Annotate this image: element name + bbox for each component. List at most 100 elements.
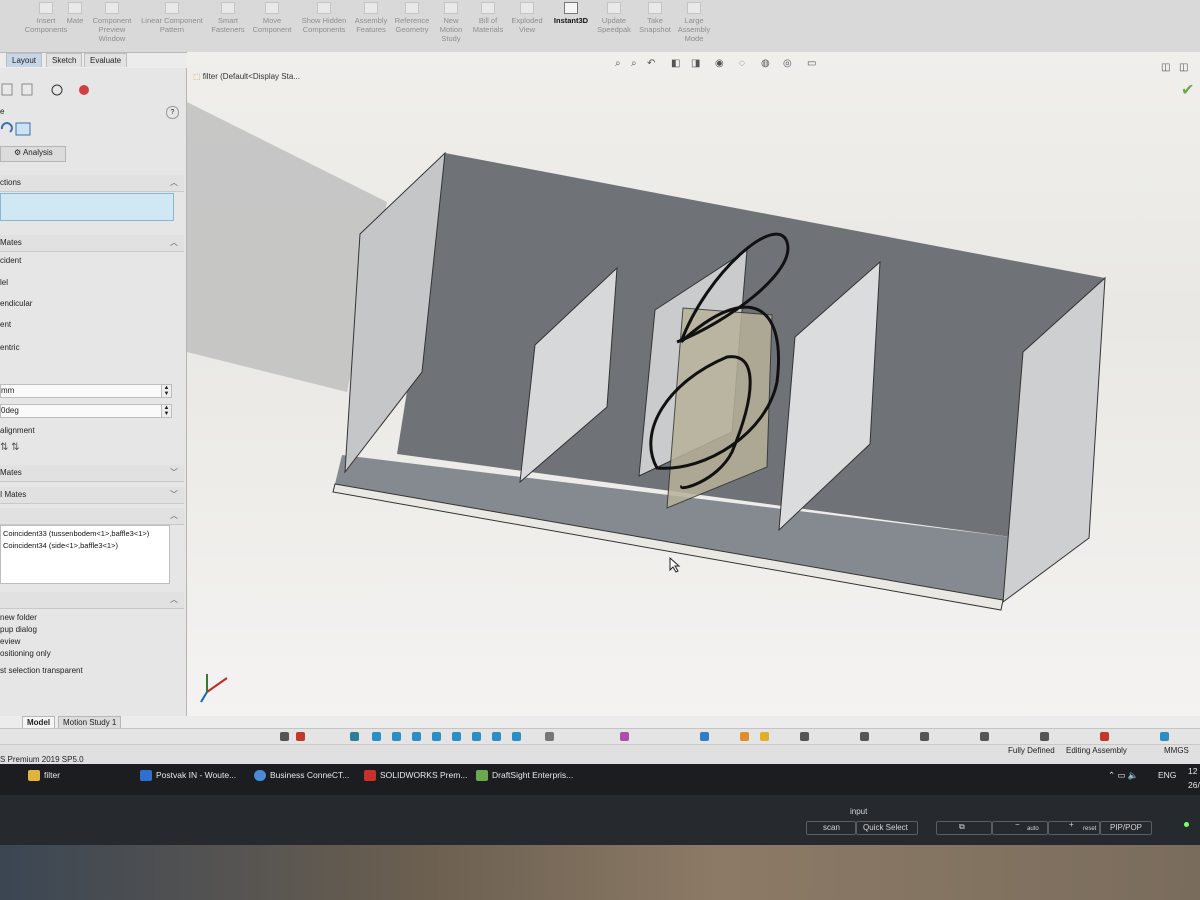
view-cube-icon[interactable] <box>452 732 461 741</box>
option-preview[interactable]: eview <box>0 637 20 646</box>
snapshot-icon <box>648 2 662 14</box>
undo-icon[interactable] <box>0 122 13 133</box>
ribbon-update-speedpak[interactable]: Update Speedpak <box>594 2 634 34</box>
selections-box[interactable] <box>0 193 174 221</box>
help-icon[interactable]: ? <box>166 106 179 119</box>
tab-evaluate[interactable]: Evaluate <box>84 53 128 67</box>
ribbon-large-assembly[interactable]: Large Assembly Mode <box>676 2 712 43</box>
property-manager-icon[interactable] <box>21 83 33 96</box>
reset-button[interactable]: + reset <box>1048 820 1100 835</box>
section-selections[interactable]: ctions ︿ <box>0 175 184 192</box>
mate-parallel[interactable]: lel <box>0 278 8 287</box>
distance-field[interactable]: mm ▲ ▼ <box>0 384 172 398</box>
mates-list-box[interactable]: Coincident33 (tussenbodem<1>,baffle3<1>)… <box>0 525 170 584</box>
tool-icon[interactable] <box>800 732 809 741</box>
clock[interactable]: 1226/0 <box>1188 764 1200 795</box>
taskbar-item-draftsight[interactable]: DraftSight Enterpris... <box>474 764 596 795</box>
assembly-features-icon <box>364 2 378 14</box>
analysis-tab[interactable]: ⚙ Analysis <box>14 148 53 157</box>
section-mates[interactable]: ︿ <box>0 508 184 525</box>
ribbon-new-motion-study[interactable]: New Motion Study <box>434 2 468 43</box>
option-popup-dialog[interactable]: pup dialog <box>0 625 37 634</box>
view-cube-icon[interactable] <box>472 732 481 741</box>
units-selector[interactable]: MMGS <box>1164 746 1189 755</box>
tool-icon[interactable] <box>860 732 869 741</box>
mate-list-item[interactable]: Coincident34 (side<1>,baffle3<1>) <box>3 541 118 550</box>
scan-button[interactable]: scan <box>806 821 856 835</box>
triad-icon <box>200 674 228 703</box>
ribbon-insert-components[interactable]: Insert Components <box>22 2 70 34</box>
option-positioning-only[interactable]: ositioning only <box>0 649 51 658</box>
feature-icon[interactable] <box>740 732 749 741</box>
mate-tangent[interactable]: ent <box>0 320 11 329</box>
ribbon-move-component[interactable]: Move Component <box>250 2 294 34</box>
feature-tree-icon[interactable] <box>1 83 13 96</box>
ribbon-reference-geometry[interactable]: Reference Geometry <box>392 2 432 34</box>
tab-layout[interactable]: Layout <box>6 53 43 67</box>
language-indicator[interactable]: ENG <box>1158 764 1176 795</box>
pip-pop-button[interactable]: PIP/POP <box>1100 821 1152 835</box>
source-button[interactable]: ⧉ <box>936 821 992 835</box>
option-transparent[interactable]: st selection transparent <box>0 666 83 675</box>
config-manager-icon[interactable] <box>51 84 63 96</box>
taskbar-item-business-connect[interactable]: Business ConneCT... <box>252 764 374 795</box>
ribbon-component-preview[interactable]: Component Preview Window <box>90 2 134 43</box>
view-cube-icon[interactable] <box>392 732 401 741</box>
anchor-icon[interactable] <box>350 732 359 741</box>
sketch-icon[interactable] <box>700 732 709 741</box>
graphics-area[interactable]: ⬚ filter (Default<Display Sta... ⌕ ⌕ ↶ ◧… <box>187 52 1200 716</box>
section-advanced-mates[interactable]: Mates ﹀ <box>0 465 184 482</box>
view-cube-icon[interactable] <box>492 732 501 741</box>
record-icon[interactable] <box>296 732 305 741</box>
display-manager-icon[interactable] <box>79 85 89 95</box>
angle-field[interactable]: 0deg ▲ ▼ <box>0 404 172 418</box>
view-cube-icon[interactable] <box>372 732 381 741</box>
tool-icon[interactable] <box>920 732 929 741</box>
ribbon-take-snapshot[interactable]: Take Snapshot <box>636 2 674 34</box>
ribbon-smart-fasteners[interactable]: Smart Fasteners <box>210 2 246 34</box>
option-new-folder[interactable]: new folder <box>0 613 37 622</box>
mate-list-item[interactable]: Coincident33 (tussenbodem<1>,baffle3<1>) <box>3 529 149 538</box>
ribbon-show-hidden[interactable]: Show Hidden Components <box>298 2 350 34</box>
ribbon-linear-pattern[interactable]: Linear Component Pattern <box>138 2 206 34</box>
tool-icon[interactable] <box>980 732 989 741</box>
quick-select-button[interactable]: Quick Select <box>856 821 918 835</box>
tool-icon[interactable] <box>1100 732 1109 741</box>
mate-perpendicular[interactable]: endicular <box>0 299 32 308</box>
tool-icon[interactable] <box>1160 732 1169 741</box>
tool-icon[interactable] <box>1040 732 1049 741</box>
section-options[interactable]: ︿ <box>0 592 184 609</box>
mate-concentric[interactable]: entric <box>0 343 20 352</box>
assembly-model <box>187 102 1106 703</box>
taskbar-item-outlook[interactable]: Postvak IN - Woute... <box>138 764 260 795</box>
camera-icon[interactable] <box>280 732 289 741</box>
input-label: input <box>850 807 868 816</box>
chevron-down-icon: ﹀ <box>170 468 178 477</box>
brush-icon[interactable] <box>545 732 554 741</box>
spinner-icon[interactable]: ▲ ▼ <box>161 385 171 397</box>
ribbon-exploded-view[interactable]: Exploded View <box>508 2 546 34</box>
taskbar-item-solidworks[interactable]: SOLIDWORKS Prem... <box>362 764 484 795</box>
reference-geometry-icon <box>405 2 419 14</box>
tab-sketch[interactable]: Sketch <box>46 53 83 67</box>
mate-coincident[interactable]: cident <box>0 256 21 265</box>
ribbon-bill-of-materials[interactable]: Bill of Materials <box>470 2 506 34</box>
view-cube-icon[interactable] <box>432 732 441 741</box>
pin-icon[interactable] <box>15 122 31 136</box>
mate-icon <box>68 2 82 14</box>
section-mechanical-mates[interactable]: I Mates ﹀ <box>0 487 184 504</box>
view-cube-icon[interactable] <box>512 732 521 741</box>
view-cube-icon[interactable] <box>412 732 421 741</box>
taskbar-item-explorer[interactable]: filter <box>26 764 144 795</box>
ribbon-assembly-features[interactable]: Assembly Features <box>352 2 390 34</box>
feature-icon[interactable] <box>760 732 769 741</box>
section-standard-mates[interactable]: Mates ︿ <box>0 235 184 252</box>
auto-button[interactable]: − auto <box>992 820 1048 835</box>
paint-icon[interactable] <box>620 732 629 741</box>
alignment-icons[interactable]: ⇅ ⇅ <box>0 442 20 453</box>
ribbon-mate[interactable]: Mate <box>64 2 86 25</box>
system-tray-icons[interactable]: ⌃ ▭ 🔈 <box>1108 764 1138 795</box>
ribbon-instant3d[interactable]: Instant3D <box>549 2 593 25</box>
command-tabs: Layout Sketch Evaluate <box>0 53 186 67</box>
spinner-icon[interactable]: ▲ ▼ <box>161 405 171 417</box>
